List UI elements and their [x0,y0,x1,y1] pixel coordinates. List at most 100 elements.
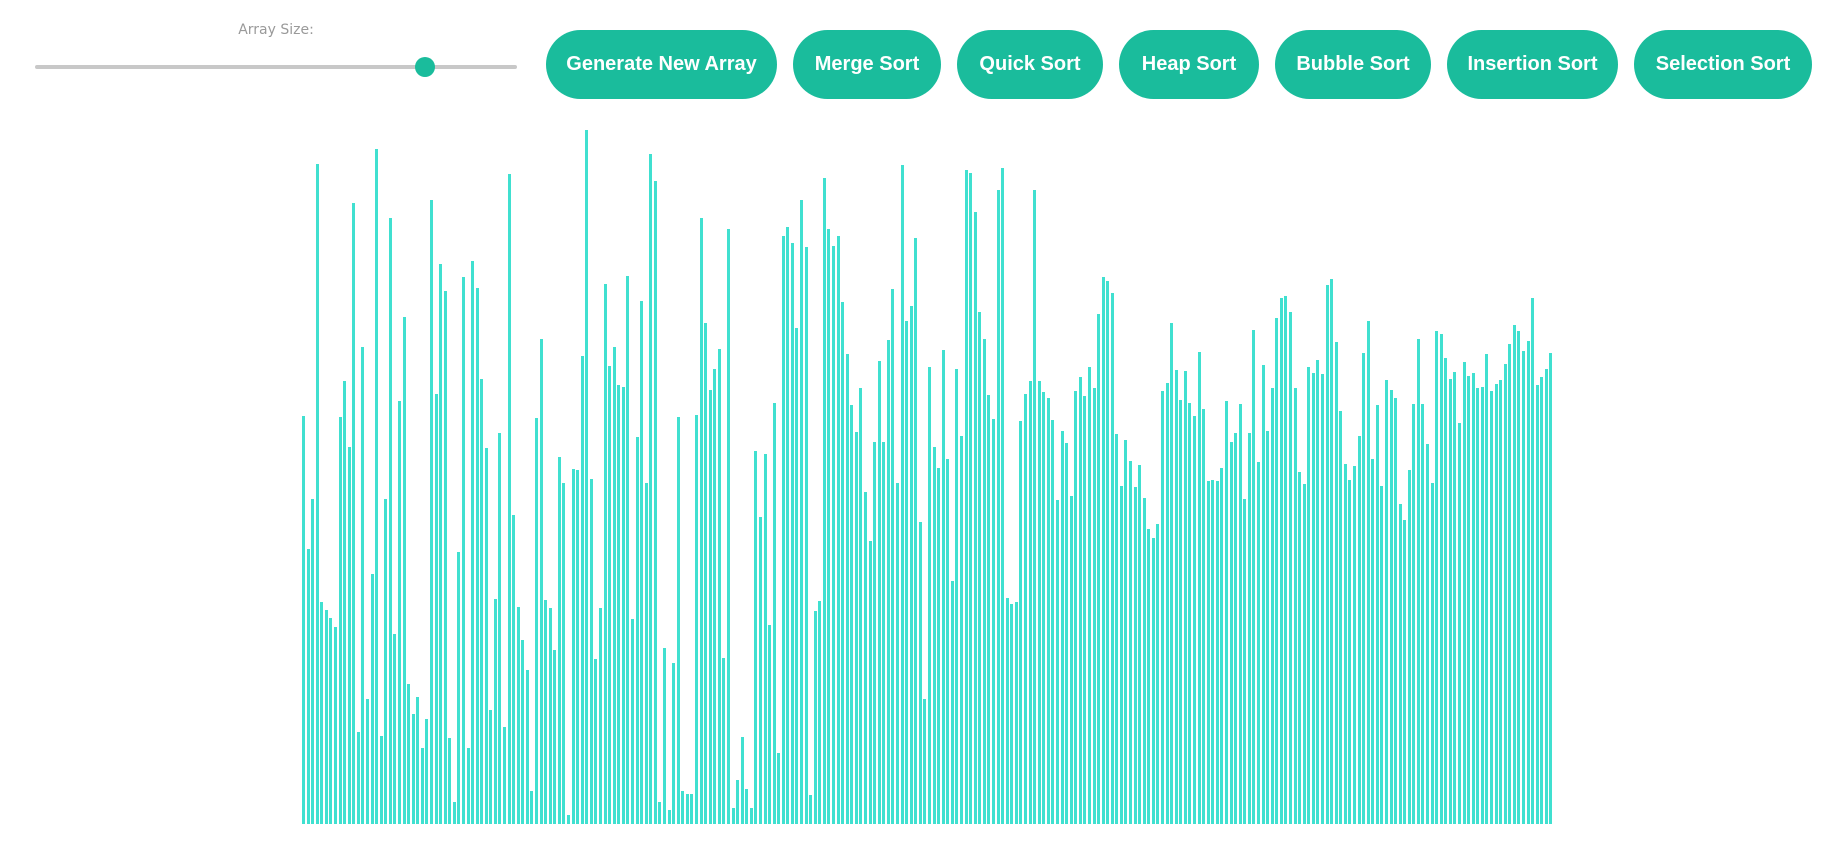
array-bar [868,541,872,824]
array-bar [365,699,369,824]
array-bar [343,381,347,824]
array-bar [302,415,305,824]
array-bar [1156,524,1160,824]
array-bar [1220,467,1224,824]
array-bar [1389,389,1393,824]
array-bar [1311,373,1315,824]
array-bar [1119,486,1123,824]
array-bar [411,714,415,824]
array-bar [1330,278,1334,824]
array-bar [1458,422,1462,824]
array-bar [800,200,804,824]
array-bar [996,190,1000,824]
array-bar [1380,486,1384,824]
array-bar [1279,298,1283,824]
array-bar [740,736,744,824]
array-bar [416,697,420,824]
array-bar [439,263,443,824]
array-bar [1371,458,1375,824]
array-bar [1188,402,1192,824]
array-bar [461,276,465,824]
array-bar [425,719,429,824]
array-bar [877,361,881,824]
array-bar [722,658,726,824]
array-bar [580,356,584,824]
array-bar [1362,353,1366,824]
array-bar [1476,387,1480,824]
array-bar [1540,377,1544,824]
bubble-sort-button[interactable]: Bubble Sort [1275,30,1431,99]
array-bar [1138,464,1142,824]
array-bar [882,441,886,824]
array-bar [1266,430,1270,824]
selection-sort-button[interactable]: Selection Sort [1634,30,1812,99]
array-bar [667,809,671,824]
array-bar [1293,387,1297,824]
array-bar [402,317,406,824]
array-bar [626,275,630,824]
array-bar [1334,342,1338,824]
array-bar [754,450,758,824]
array-bar [859,387,863,824]
array-bar [315,164,319,824]
merge-sort-button[interactable]: Merge Sort [793,30,941,99]
array-bar [484,447,488,824]
array-bar [471,260,475,824]
array-bar [768,624,772,824]
array-bar [594,659,598,824]
array-bar [1316,360,1320,824]
array-bar [1252,330,1256,824]
array-bar [1375,404,1379,824]
array-bar [827,228,831,824]
array-bar [1101,276,1105,824]
array-bar [713,369,717,824]
array-bar [1051,419,1055,824]
array-bar [1211,480,1215,824]
array-bar [918,522,922,824]
array-bar [923,699,927,824]
array-bar [745,788,749,824]
array-bar [434,393,438,824]
array-bar [1503,364,1507,824]
array-bar [658,801,662,824]
array-bar [694,414,698,824]
array-bar [1275,318,1279,824]
array-bar [1508,344,1512,824]
array-bar [1083,395,1087,824]
generate-new-array-button[interactable]: Generate New Array [546,30,777,99]
heap-sort-button[interactable]: Heap Sort [1119,30,1259,99]
array-bar [1028,381,1032,824]
array-bar [1398,504,1402,824]
quick-sort-button[interactable]: Quick Sort [957,30,1103,99]
array-bar [749,807,753,824]
array-bar [530,790,534,824]
array-bar [1403,520,1407,824]
array-bar [1092,387,1096,824]
array-bar [562,483,566,824]
array-bar [1261,365,1265,824]
array-bar [653,181,657,824]
insertion-sort-button[interactable]: Insertion Sort [1447,30,1618,99]
array-bar [763,453,767,824]
array-size-slider-track[interactable] [35,65,517,69]
array-bar [672,663,676,824]
array-bar [516,606,520,824]
array-bar [407,684,411,824]
array-bar [589,479,593,824]
array-bar [790,242,794,824]
array-bar [388,217,392,824]
array-bar [333,626,337,824]
array-bar [466,747,470,824]
array-bar [557,456,561,824]
array-bar [1467,376,1471,824]
array-size-slider-thumb[interactable] [415,57,436,77]
array-bar [553,650,557,824]
array-bar [1325,284,1329,824]
array-bar [1229,441,1233,824]
array-bar [1343,463,1347,824]
array-bar [1115,433,1119,824]
array-bar [457,552,461,824]
array-bar [480,379,484,824]
array-bar [1549,353,1553,824]
array-bar [813,610,817,824]
